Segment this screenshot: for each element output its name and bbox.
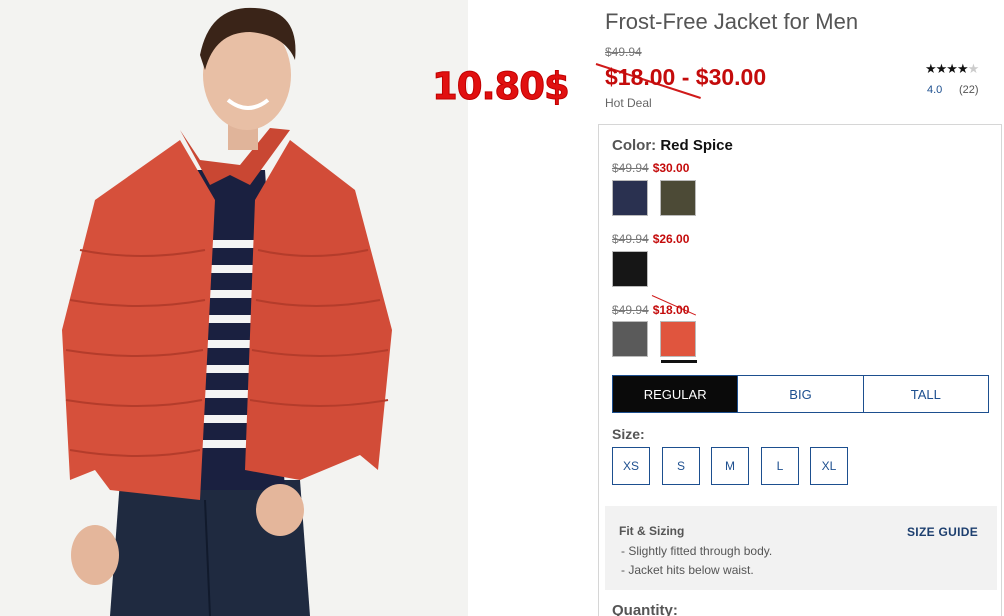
size-option-m[interactable]: M <box>711 447 749 485</box>
tab-big[interactable]: BIG <box>737 376 862 412</box>
star-empty-icon: ★ <box>967 61 980 76</box>
hot-deal-label: Hot Deal <box>605 96 652 110</box>
tier-was-price: $49.94 <box>612 232 649 246</box>
sale-price-range: $18.00 - $30.00 <box>605 64 767 90</box>
tier-was-price: $49.94 <box>612 161 649 175</box>
color-label: Color: Red Spice <box>612 137 733 154</box>
price-tier-2: $49.94 $26.00 <box>612 232 689 246</box>
fit-detail-line: - Jacket hits below waist. <box>621 563 754 577</box>
swatch-charcoal[interactable] <box>612 321 648 357</box>
tab-regular[interactable]: REGULAR <box>613 376 738 412</box>
fit-sizing-title: Fit & Sizing <box>619 524 685 538</box>
price-tier-1: $49.94 $30.00 <box>612 161 689 175</box>
product-title: Frost-Free Jacket for Men <box>605 9 859 34</box>
fit-tabs: REGULAR BIG TALL <box>612 375 989 413</box>
original-price: $49.94 <box>605 45 642 59</box>
rating-stars-icon[interactable]: ★★★★★ <box>925 61 980 77</box>
tier-now-price: $26.00 <box>652 232 690 246</box>
annotation-handwritten-price: 10.80$ <box>432 65 571 108</box>
star-filled-icon: ★★★★ <box>925 61 969 76</box>
product-photo <box>0 0 468 616</box>
size-guide-link[interactable]: SIZE GUIDE <box>907 525 978 539</box>
selected-color-value: Red Spice <box>660 137 733 154</box>
swatch-navy[interactable] <box>612 180 648 216</box>
model-wearing-jacket-image <box>0 0 468 616</box>
swatch-red-spice-selected[interactable] <box>660 321 697 363</box>
size-option-xs[interactable]: XS <box>612 447 650 485</box>
price-tier-3: $49.94 $18.00 <box>612 303 689 317</box>
tier-was-price: $49.94 <box>612 303 649 317</box>
size-label: Size: <box>612 426 645 442</box>
tier-now-price: $18.00 <box>652 303 690 317</box>
quantity-label: Quantity: <box>612 602 678 616</box>
fit-detail-line: - Slightly fitted through body. <box>621 544 773 558</box>
tab-tall[interactable]: TALL <box>862 376 988 412</box>
size-option-xl[interactable]: XL <box>810 447 848 485</box>
review-count[interactable]: (22) <box>959 84 979 96</box>
swatch-olive[interactable] <box>660 180 696 216</box>
size-option-l[interactable]: L <box>761 447 799 485</box>
rating-value[interactable]: 4.0 <box>927 84 942 96</box>
tier-now-price: $30.00 <box>652 161 690 175</box>
size-option-s[interactable]: S <box>662 447 700 485</box>
swatch-black[interactable] <box>612 251 648 287</box>
